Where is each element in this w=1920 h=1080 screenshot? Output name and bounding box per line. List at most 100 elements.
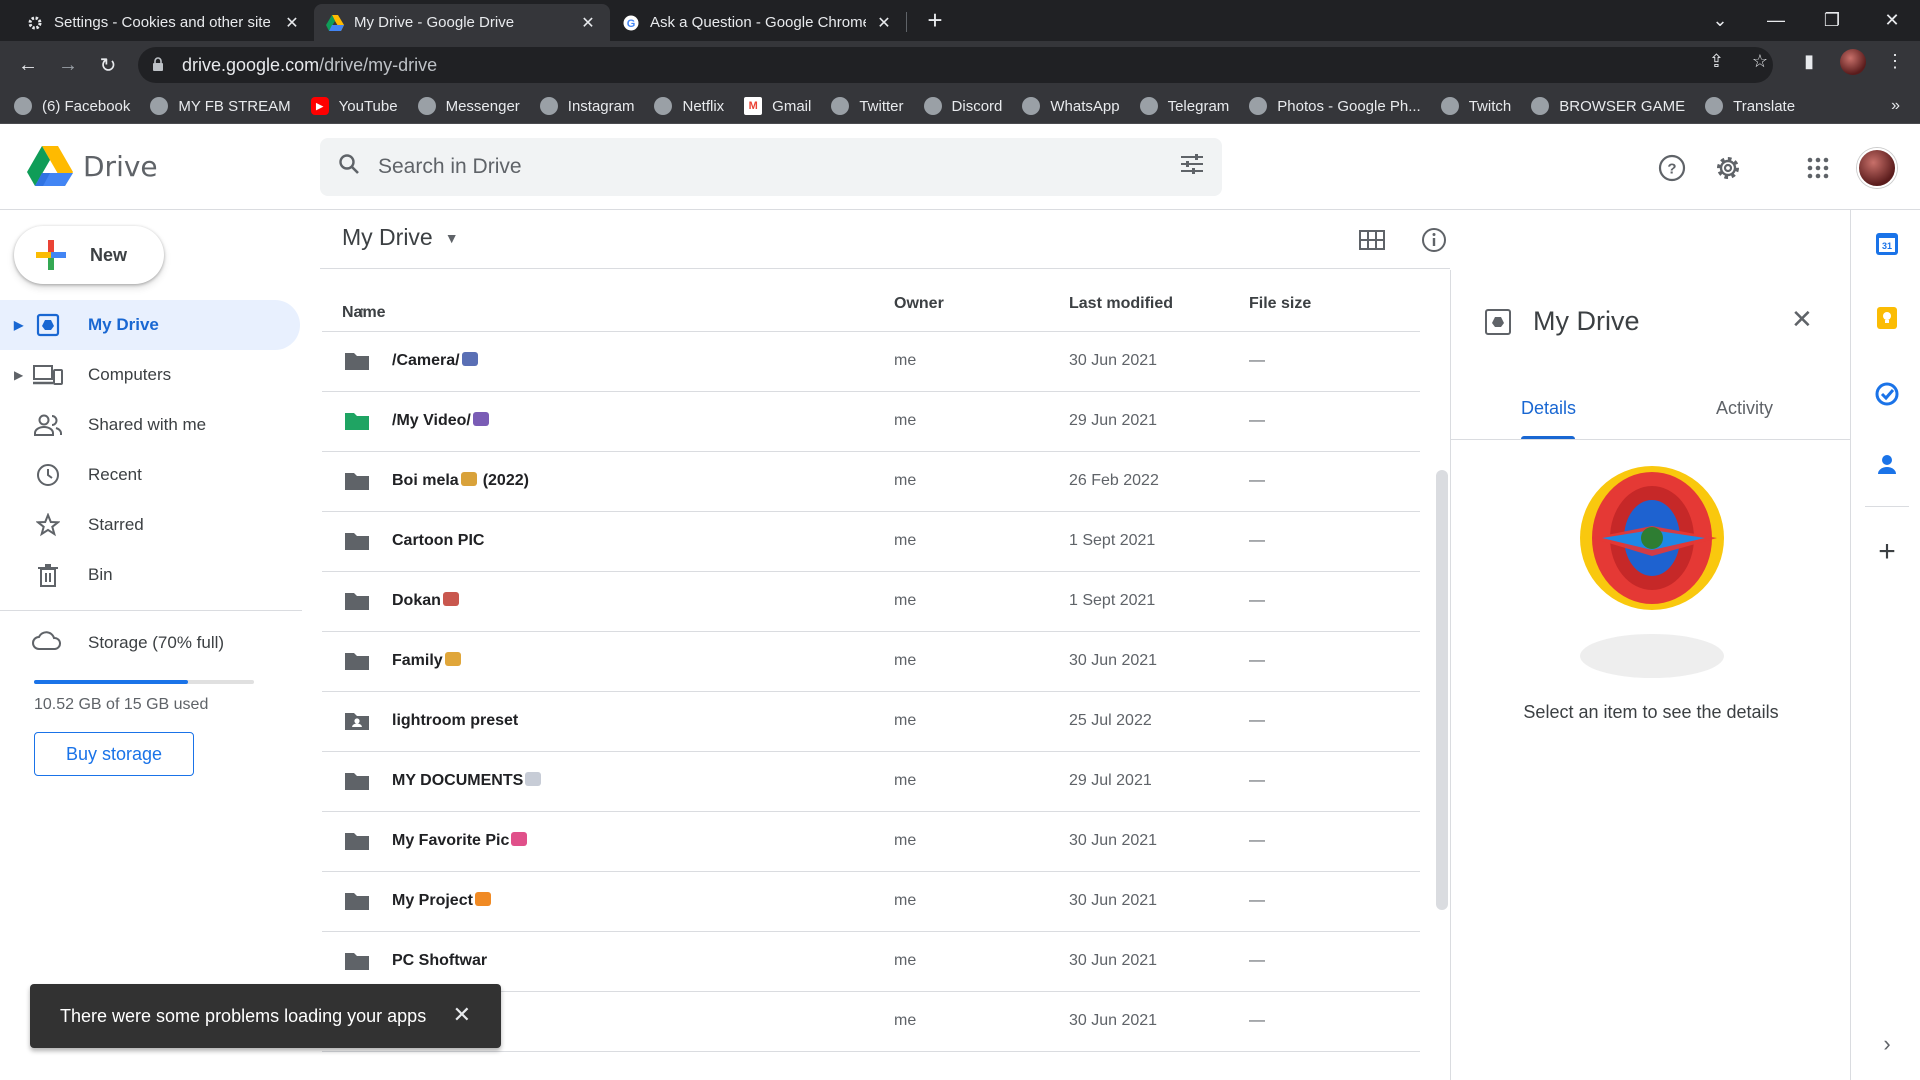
- tab-my-drive[interactable]: My Drive - Google Drive ✕: [314, 4, 610, 41]
- file-size: —: [1249, 772, 1265, 789]
- column-header-file-size[interactable]: File size: [1249, 295, 1311, 313]
- search-options-icon[interactable]: [1162, 153, 1222, 181]
- bookmark-youtube[interactable]: ▶ YouTube: [310, 97, 398, 115]
- chevron-right-icon[interactable]: ›: [1875, 1032, 1899, 1056]
- info-icon[interactable]: [1418, 224, 1450, 256]
- expand-caret-icon[interactable]: ▶: [14, 368, 23, 382]
- file-name-text: Family: [392, 652, 443, 669]
- sort-ascending-arrow-icon[interactable]: ↑: [358, 304, 366, 322]
- address-bar[interactable]: drive.google.com/drive/my-drive: [138, 47, 1773, 83]
- table-row[interactable]: My Favorite Pic me 30 Jun 2021 —: [322, 812, 1420, 872]
- new-button[interactable]: New: [14, 226, 164, 284]
- bookmark-instagram[interactable]: Instagram: [539, 97, 634, 115]
- close-icon[interactable]: ✕: [282, 13, 302, 33]
- bookmark-gmail[interactable]: M Gmail: [744, 97, 811, 115]
- profile-avatar-small[interactable]: [1840, 49, 1866, 75]
- close-details-icon[interactable]: ✕: [1791, 304, 1813, 335]
- sidebar-item-shared-with-me[interactable]: Shared with me: [0, 400, 300, 450]
- table-row[interactable]: /My Video/me 29 Jun 2021 —: [322, 392, 1420, 452]
- sidebar-item-computers[interactable]: ▶ Computers: [0, 350, 300, 400]
- sidebar-item-label: My Drive: [88, 315, 159, 334]
- share-icon[interactable]: ⇪: [1709, 51, 1724, 72]
- bookmark-browser-game[interactable]: BROWSER GAME: [1531, 97, 1685, 115]
- minimize-button[interactable]: —: [1748, 0, 1804, 41]
- settings-gear-icon[interactable]: [1712, 152, 1744, 184]
- bookmark-fb-stream[interactable]: MY FB STREAM: [150, 97, 291, 115]
- expand-caret-icon[interactable]: ▶: [14, 318, 23, 332]
- sidebar-item-my-drive[interactable]: ▶ My Drive: [0, 300, 300, 350]
- tab-settings[interactable]: Settings - Cookies and other site data ✕: [14, 4, 314, 41]
- tab-ask-question[interactable]: G Ask a Question - Google Chrome ✕: [610, 4, 906, 41]
- bookmark-telegram[interactable]: Telegram: [1139, 97, 1229, 115]
- tasks-icon[interactable]: [1875, 382, 1899, 406]
- table-row[interactable]: /Camera/me 30 Jun 2021 —: [322, 332, 1420, 392]
- sidebar-item-label: Shared with me: [88, 415, 207, 434]
- contacts-icon[interactable]: [1875, 452, 1899, 476]
- table-row[interactable]: lightroom preset me 25 Jul 2022 —: [322, 692, 1420, 752]
- search-icon[interactable]: [320, 153, 378, 181]
- sidebar-item-storage[interactable]: Storage (70% full): [32, 630, 224, 656]
- tab-details[interactable]: Details: [1521, 398, 1576, 419]
- table-row[interactable]: My Project me 30 Jun 2021 —: [322, 872, 1420, 932]
- bookmark-twitter[interactable]: Twitter: [831, 97, 904, 115]
- bookmark-discord[interactable]: Discord: [923, 97, 1002, 115]
- keep-icon[interactable]: [1875, 306, 1899, 330]
- bookmark-messenger[interactable]: Messenger: [417, 97, 520, 115]
- bookmark-twitch[interactable]: Twitch: [1440, 97, 1511, 115]
- my-drive-icon: [1485, 308, 1511, 335]
- table-row[interactable]: MY DOCUMENTS me 29 Jul 2021 —: [322, 752, 1420, 812]
- table-row[interactable]: Boi mela (2022) me 26 Feb 2022 —: [322, 452, 1420, 512]
- tab-search-chevron-icon[interactable]: ⌄: [1692, 0, 1748, 41]
- bookmark-google-photos[interactable]: Photos - Google Ph...: [1249, 97, 1421, 115]
- drive-icon: [326, 14, 344, 32]
- bookmarks-overflow-button[interactable]: »: [1891, 97, 1900, 115]
- forward-arrow-icon[interactable]: →: [52, 49, 84, 81]
- search-input[interactable]: [378, 155, 1162, 179]
- buy-storage-button[interactable]: Buy storage: [34, 732, 194, 776]
- google-icon: G: [622, 14, 640, 32]
- close-icon[interactable]: ✕: [578, 13, 598, 33]
- table-row[interactable]: Dokan me 1 Sept 2021 —: [322, 572, 1420, 632]
- table-row[interactable]: Cartoon PIC me 1 Sept 2021 —: [322, 512, 1420, 572]
- storage-progress-fill: [34, 680, 188, 684]
- column-header-owner[interactable]: Owner: [894, 295, 944, 313]
- reload-icon[interactable]: ↻: [92, 49, 124, 81]
- bookmark-translate[interactable]: Translate: [1705, 97, 1795, 115]
- sidebar-item-bin[interactable]: Bin: [0, 550, 300, 600]
- add-app-plus-icon[interactable]: +: [1875, 537, 1899, 567]
- file-table-body: /Camera/me 30 Jun 2021 — /My Video/me 29 Jun…: [322, 332, 1420, 1052]
- help-icon[interactable]: ?: [1656, 152, 1688, 184]
- table-row[interactable]: PC Shoftwar me 30 Jun 2021 —: [322, 932, 1420, 992]
- close-icon[interactable]: ✕: [453, 1002, 471, 1028]
- drive-logo[interactable]: Drive: [27, 146, 158, 186]
- file-list-scrollbar[interactable]: [1436, 470, 1448, 910]
- sidebar-item-starred[interactable]: Starred: [0, 500, 300, 550]
- sidebar-item-label: Bin: [88, 565, 113, 584]
- calendar-icon[interactable]: 31: [1875, 232, 1899, 256]
- restore-button[interactable]: ❐: [1804, 0, 1860, 41]
- table-row[interactable]: Family me 30 Jun 2021 —: [322, 632, 1420, 692]
- globe-icon: [923, 97, 942, 115]
- new-tab-button[interactable]: +: [922, 7, 948, 34]
- account-avatar[interactable]: [1857, 148, 1897, 188]
- bookmark-netflix[interactable]: Netflix: [654, 97, 724, 115]
- column-header-last-modified[interactable]: Last modified: [1069, 295, 1173, 313]
- tab-activity[interactable]: Activity: [1716, 398, 1773, 419]
- close-icon[interactable]: ✕: [874, 13, 894, 33]
- sidebar-item-recent[interactable]: Recent: [0, 450, 300, 500]
- close-window-button[interactable]: ✕: [1864, 0, 1920, 41]
- apps-grid-icon[interactable]: [1802, 152, 1834, 184]
- bookmark-facebook[interactable]: (6) Facebook: [14, 97, 130, 115]
- grid-view-icon[interactable]: [1356, 224, 1388, 256]
- side-panel-icon[interactable]: ▮: [1804, 51, 1814, 72]
- menu-kebab-icon[interactable]: ⋮: [1886, 51, 1904, 72]
- file-owner: me: [894, 472, 917, 489]
- back-arrow-icon[interactable]: ←: [12, 49, 44, 81]
- location-dropdown[interactable]: My Drive ▼: [342, 224, 459, 251]
- browser-toolbar: ← → ↻ drive.google.com/drive/my-drive ⇪ …: [0, 41, 1920, 89]
- file-last-modified: 1 Sept 2021: [1069, 592, 1156, 609]
- url-domain: drive.google.com: [182, 54, 320, 75]
- bookmark-whatsapp[interactable]: WhatsApp: [1022, 97, 1120, 115]
- file-list-area: My Drive ▼ Name ↑ Owner Last modified Fil…: [320, 210, 1450, 1080]
- bookmark-star-icon[interactable]: ☆: [1752, 51, 1768, 72]
